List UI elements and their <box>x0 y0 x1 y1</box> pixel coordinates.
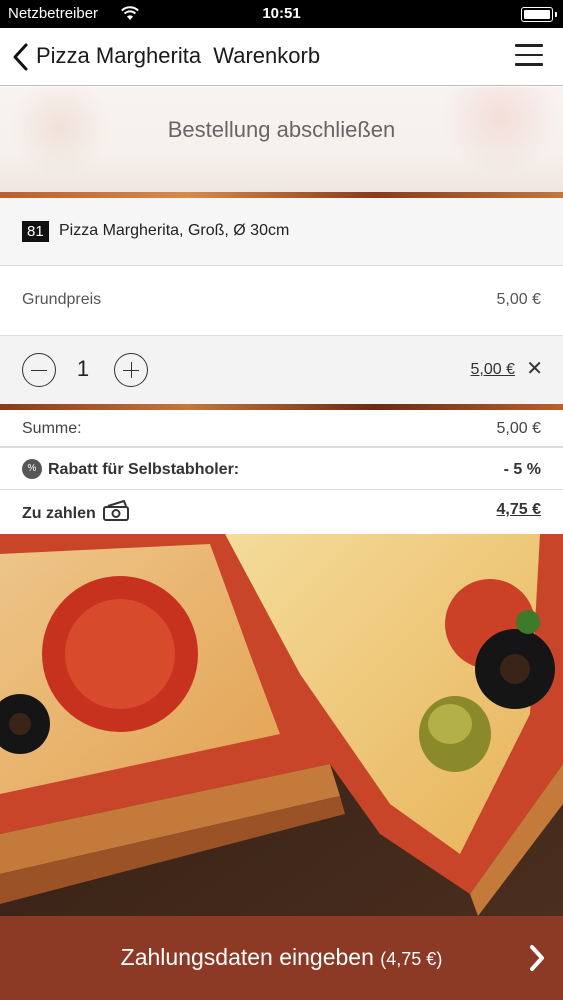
quantity-value: 1 <box>76 356 90 381</box>
increase-quantity-button[interactable] <box>114 353 148 387</box>
total-label: Zu zahlen <box>22 505 96 522</box>
line-total-link[interactable]: 5,00 € <box>471 361 515 379</box>
checkout-amount: (4,75 €) <box>380 949 443 969</box>
discount-label: Rabatt für Selbstabholer: <box>48 461 240 478</box>
discount-row: % Rabatt für Selbstabholer: - 5 % <box>0 450 563 490</box>
pizza-illustration <box>0 534 563 916</box>
base-price-value: 5,00 € <box>496 291 541 308</box>
decrease-quantity-button[interactable] <box>22 353 56 387</box>
clock: 10:51 <box>262 5 301 22</box>
back-chevron-icon[interactable] <box>10 42 32 72</box>
quantity-row: 1 5,00 € ✕ <box>0 336 563 404</box>
item-name: Pizza Margherita, Groß, Ø 30cm <box>59 222 290 239</box>
checkout-label-wrap: Zahlungsdaten eingeben (4,75 €) <box>0 944 563 971</box>
total-value-link[interactable]: 4,75 € <box>497 501 541 519</box>
battery-icon <box>521 7 557 22</box>
status-bar: Netzbetreiber 10:51 <box>0 0 563 28</box>
sum-value: 5,00 € <box>496 420 541 437</box>
hamburger-menu-icon[interactable] <box>515 44 543 68</box>
pizza-photo <box>0 534 563 916</box>
discount-value: - 5 % <box>503 461 541 478</box>
sum-row: Summe: 5,00 € <box>0 410 563 448</box>
chevron-right-icon <box>530 945 544 971</box>
checkout-label: Zahlungsdaten eingeben <box>120 944 374 970</box>
checkout-button[interactable]: Zahlungsdaten eingeben (4,75 €) <box>0 916 563 1000</box>
remove-item-icon[interactable]: ✕ <box>526 359 543 379</box>
total-row: Zu zahlen 4,75 € <box>0 490 563 534</box>
base-price-row: Grundpreis 5,00 € <box>0 266 563 336</box>
page-title[interactable]: Pizza Margherita Warenkorb <box>36 43 320 69</box>
money-icon <box>103 500 129 521</box>
sum-label: Summe: <box>22 420 82 437</box>
percent-badge-icon: % <box>22 459 42 479</box>
header-banner: Bestellung abschließen <box>0 87 563 198</box>
item-number-badge: 81 <box>22 221 49 242</box>
navigation-bar: Pizza Margherita Warenkorb <box>0 28 563 86</box>
cart-item-row: 81 Pizza Margherita, Groß, Ø 30cm <box>0 198 563 266</box>
banner-heading: Bestellung abschließen <box>167 117 396 142</box>
base-price-label: Grundpreis <box>22 291 102 308</box>
